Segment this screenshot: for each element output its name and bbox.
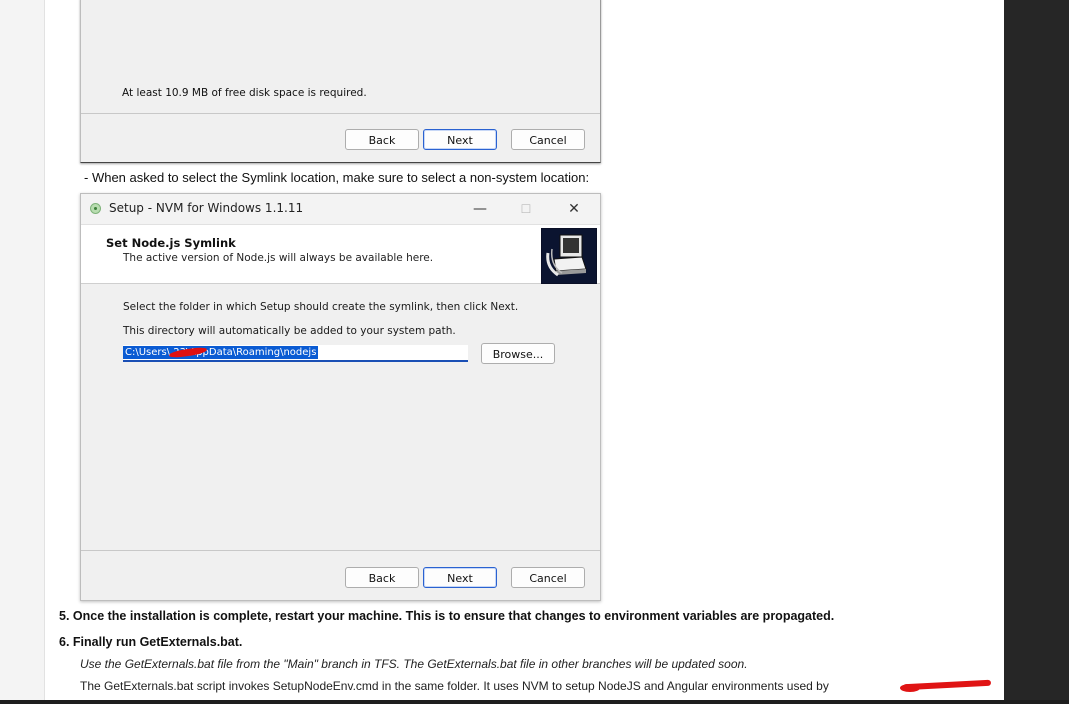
setup-app-icon (90, 203, 101, 214)
wizard-header: Set Node.js Symlink The active version o… (81, 225, 600, 284)
divider (81, 550, 600, 551)
wizard-content: Select the folder in which Setup should … (81, 284, 600, 550)
page-left-margin (0, 0, 45, 700)
viewer-right-panel (1004, 0, 1069, 704)
cancel-button[interactable]: Cancel (511, 567, 585, 588)
installer-body: At least 10.9 MB of free disk space is r… (81, 0, 600, 113)
computer-setup-icon (541, 228, 597, 284)
installer-window-previous: At least 10.9 MB of free disk space is r… (80, 0, 601, 163)
disk-space-text: At least 10.9 MB of free disk space is r… (122, 87, 367, 99)
step-5-text: 5. Once the installation is complete, re… (59, 609, 835, 623)
wizard-page-subtitle: The active version of Node.js will alway… (123, 252, 434, 264)
close-icon[interactable]: ✕ (562, 198, 586, 220)
redaction-mark (902, 679, 992, 691)
next-button[interactable]: Next (423, 567, 497, 588)
back-button[interactable]: Back (345, 129, 419, 150)
divider (81, 113, 600, 114)
symlink-instruction: - When asked to select the Symlink locat… (84, 170, 590, 185)
nvm-setup-window: Setup - NVM for Windows 1.1.11 — ☐ ✕ Set… (80, 193, 601, 601)
viewer-bottom-edge (0, 700, 1069, 704)
minimize-icon[interactable]: — (468, 198, 492, 220)
wizard-page-title: Set Node.js Symlink (106, 236, 236, 250)
symlink-instruction-line: Select the folder in which Setup should … (123, 301, 519, 313)
browse-button[interactable]: Browse... (481, 343, 555, 364)
step-6-note: The GetExternals.bat script invokes Setu… (80, 679, 829, 693)
step-6-text: 6. Finally run GetExternals.bat. (59, 635, 243, 649)
document-page: At least 10.9 MB of free disk space is r… (0, 0, 1004, 700)
maximize-icon: ☐ (520, 202, 532, 216)
window-title: Setup - NVM for Windows 1.1.11 (109, 201, 304, 215)
symlink-path-input[interactable]: C:\Users\ 23\AppData\Roaming\nodejs (123, 345, 468, 362)
title-bar[interactable]: Setup - NVM for Windows 1.1.11 — ☐ ✕ (81, 194, 600, 225)
cancel-button[interactable]: Cancel (511, 129, 585, 150)
back-button[interactable]: Back (345, 567, 419, 588)
symlink-path-value: C:\Users\ 23\AppData\Roaming\nodejs (123, 346, 319, 359)
next-button[interactable]: Next (423, 129, 497, 150)
step-6-italic-note: Use the GetExternals.bat file from the "… (80, 657, 748, 671)
system-path-note: This directory will automatically be add… (123, 325, 456, 337)
